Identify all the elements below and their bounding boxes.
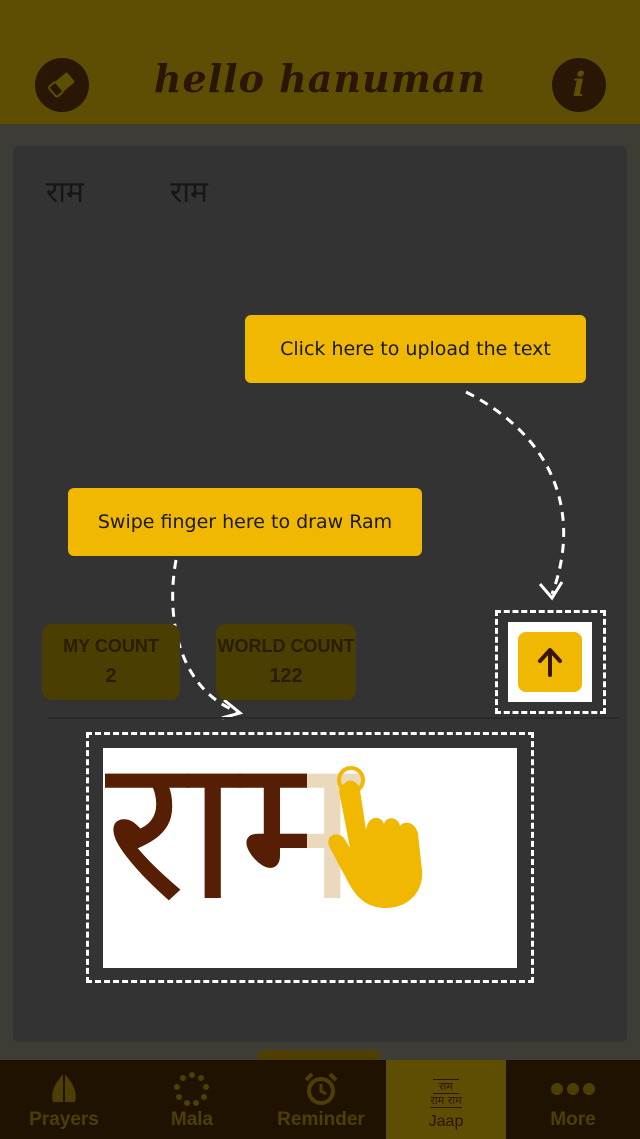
drawing-canvas[interactable]: राम राम (103, 748, 517, 968)
written-ram-2: राम (170, 175, 208, 210)
tab-prayers-label: Prayers (29, 1109, 99, 1130)
jaap-icon-line-2: राम राम (430, 1093, 462, 1108)
draw-tooltip: Swipe finger here to draw Ram (68, 488, 422, 556)
world-count-box: WORLD COUNT 122 (216, 624, 356, 700)
tab-reminder-label: Reminder (277, 1109, 365, 1130)
world-count-value: 122 (269, 665, 303, 687)
info-icon: i (572, 65, 586, 105)
more-dots-icon (551, 1083, 595, 1095)
tab-reminder[interactable]: Reminder (256, 1060, 386, 1139)
tab-jaap-label: Jaap (428, 1113, 464, 1130)
upload-button[interactable] (518, 632, 582, 692)
written-ram-1: राम (46, 175, 84, 210)
tab-more-label: More (550, 1109, 596, 1130)
app-title: hello hanuman (153, 56, 487, 101)
my-count-box: MY COUNT 2 (42, 624, 180, 700)
world-count-label: WORLD COUNT (217, 636, 355, 656)
ram-text-icon: राम राम राम (430, 1075, 462, 1111)
tab-mala-label: Mala (170, 1109, 214, 1130)
tab-prayers[interactable]: Prayers (0, 1060, 128, 1139)
upload-arrow-icon (538, 648, 562, 677)
tab-more[interactable]: More (506, 1060, 640, 1139)
hand-pointer-icon (328, 766, 423, 908)
tab-mala[interactable]: Mala (128, 1060, 256, 1139)
tab-jaap[interactable]: राम राम राम Jaap (386, 1060, 506, 1139)
alarm-clock-icon (304, 1072, 338, 1105)
ram-drawn-text: राम (105, 748, 307, 930)
jaap-icon-line-1: राम (433, 1078, 459, 1094)
divider (48, 717, 620, 719)
folded-hands-icon (52, 1074, 76, 1102)
my-count-label: MY COUNT (63, 636, 159, 656)
my-count-value: 2 (105, 665, 117, 687)
mala-beads-icon (174, 1072, 209, 1106)
upload-tooltip: Click here to upload the text (245, 315, 586, 383)
info-button[interactable]: i (552, 58, 606, 112)
